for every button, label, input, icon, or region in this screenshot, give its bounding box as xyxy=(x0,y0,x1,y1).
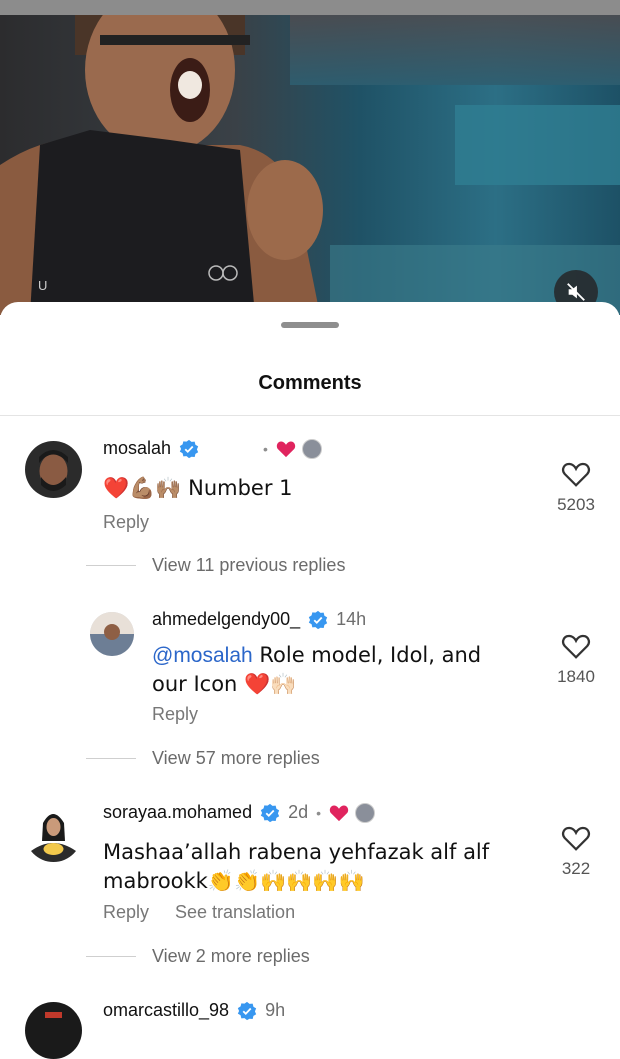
avatar-photo xyxy=(90,612,134,656)
avatar[interactable] xyxy=(25,1002,82,1059)
video-player[interactable]: U xyxy=(0,15,620,315)
creator-avatar-mini xyxy=(355,802,376,823)
like-count: 1840 xyxy=(557,667,595,686)
comment-text: ❤️💪🏽🙌🏽 Number 1 xyxy=(103,476,293,500)
view-replies-line xyxy=(86,956,136,957)
header-divider xyxy=(0,415,620,416)
comment-username-row: mosalah • xyxy=(103,438,322,459)
avatar-photo xyxy=(45,1012,62,1018)
comment-username-row: omarcastillo_98 9h xyxy=(103,1000,285,1021)
separator-dot: • xyxy=(316,804,322,821)
heart-outline-icon[interactable] xyxy=(561,824,591,852)
avatar[interactable] xyxy=(25,441,82,498)
svg-text:U: U xyxy=(38,278,47,293)
view-more-replies-button[interactable]: View 57 more replies xyxy=(152,748,320,769)
view-previous-replies-button[interactable]: View 11 previous replies xyxy=(152,555,345,576)
see-translation-button[interactable]: See translation xyxy=(175,902,295,923)
verified-badge-icon xyxy=(179,439,199,458)
comment-username-row: ahmedelgendy00_ 14h xyxy=(152,609,366,630)
avatar-photo xyxy=(31,814,76,862)
creator-reactions xyxy=(329,802,376,823)
comment-time: 2d xyxy=(288,802,309,822)
status-bar-strip xyxy=(0,0,620,15)
athlete-figure: U xyxy=(0,15,323,315)
speaker-muted-icon xyxy=(567,283,585,301)
comment-username[interactable]: omarcastillo_98 xyxy=(103,1000,229,1021)
comment-username[interactable]: ahmedelgendy00_ xyxy=(152,609,300,630)
avatar[interactable] xyxy=(25,805,82,862)
creator-avatar-mini xyxy=(301,438,322,459)
comment-username[interactable]: sorayaa.mohamed xyxy=(103,802,252,823)
like-count: 5203 xyxy=(557,495,595,514)
comment-time: 9h xyxy=(265,1000,286,1020)
avatar-photo xyxy=(39,450,68,491)
creator-reactions xyxy=(276,438,322,459)
reply-button[interactable]: Reply xyxy=(103,902,149,923)
like-count: 322 xyxy=(561,859,591,878)
comment-text: @mosalah Role model, Idol, and our Icon … xyxy=(152,643,482,696)
red-heart-icon xyxy=(276,441,296,457)
view-more-replies-button[interactable]: View 2 more replies xyxy=(152,946,310,967)
verified-badge-icon xyxy=(260,803,280,822)
reply-button[interactable]: Reply xyxy=(103,512,149,533)
video-background-panel xyxy=(455,105,620,185)
comment-username-row: sorayaa.mohamed 2d • xyxy=(103,802,376,823)
reply-button[interactable]: Reply xyxy=(152,704,198,725)
comment-time: 14h xyxy=(336,609,367,629)
sheet-title: Comments xyxy=(258,372,362,394)
heart-outline-icon[interactable] xyxy=(561,632,591,660)
view-replies-line xyxy=(86,565,136,566)
heart-outline-icon[interactable] xyxy=(561,460,591,488)
verified-badge-icon xyxy=(308,610,328,629)
sheet-drag-handle[interactable] xyxy=(281,322,339,328)
mention-link[interactable]: @mosalah xyxy=(152,644,253,667)
comment-text: Mashaa’allah rabena yehfazak alf alf mab… xyxy=(103,840,490,893)
view-replies-line xyxy=(86,758,136,759)
avatar[interactable] xyxy=(90,612,134,656)
comments-sheet: Comments mosalah • ❤️💪🏽🙌🏽 Number 1 Reply… xyxy=(0,302,620,1059)
separator-dot: • xyxy=(263,440,268,457)
verified-badge-icon xyxy=(237,1001,257,1020)
red-heart-icon xyxy=(329,805,349,821)
comment-username[interactable]: mosalah xyxy=(103,438,171,459)
